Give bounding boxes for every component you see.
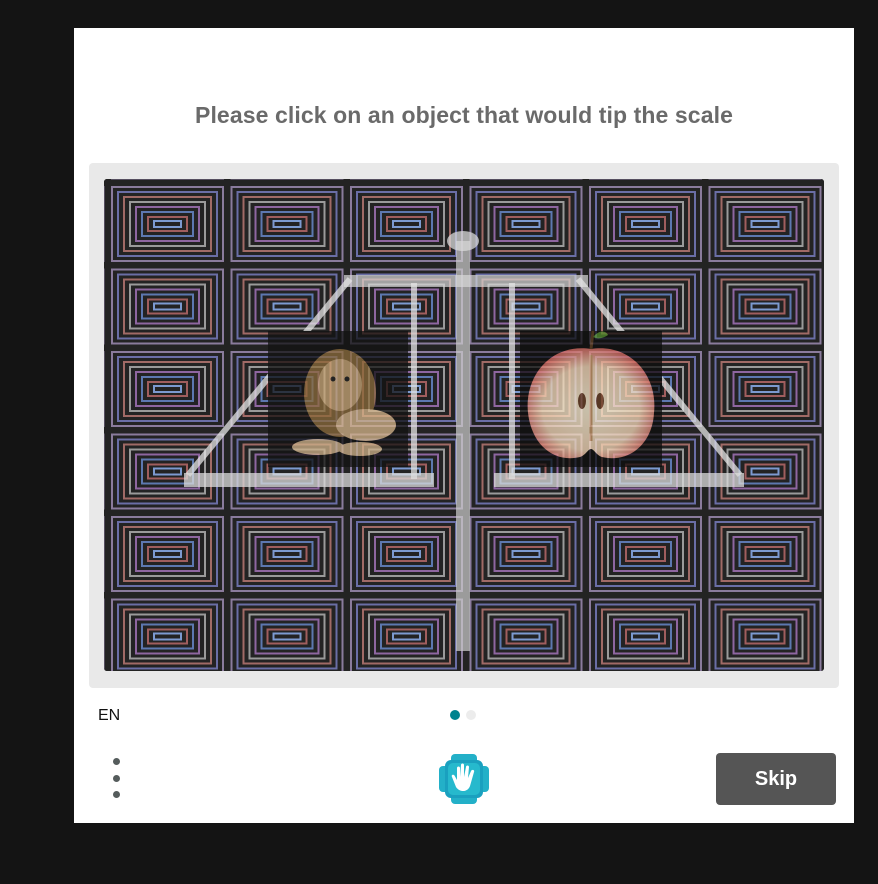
language-selector[interactable]: EN <box>98 707 120 725</box>
challenge-image[interactable] <box>104 179 824 671</box>
menu-dot-icon <box>112 774 120 782</box>
page-dot-active <box>450 710 460 720</box>
menu-dot-icon <box>112 791 120 798</box>
skip-button[interactable]: Skip <box>716 753 836 805</box>
page-indicator <box>450 710 476 720</box>
challenge-prompt: Please click on an object that would tip… <box>195 102 733 128</box>
menu-button[interactable] <box>106 758 126 798</box>
page-dot <box>466 710 476 720</box>
menu-dot-icon <box>112 758 120 765</box>
captcha-dialog: Please click on an object that would tip… <box>74 28 854 823</box>
hand-logo-icon <box>438 753 490 805</box>
challenge-frame <box>89 163 839 688</box>
